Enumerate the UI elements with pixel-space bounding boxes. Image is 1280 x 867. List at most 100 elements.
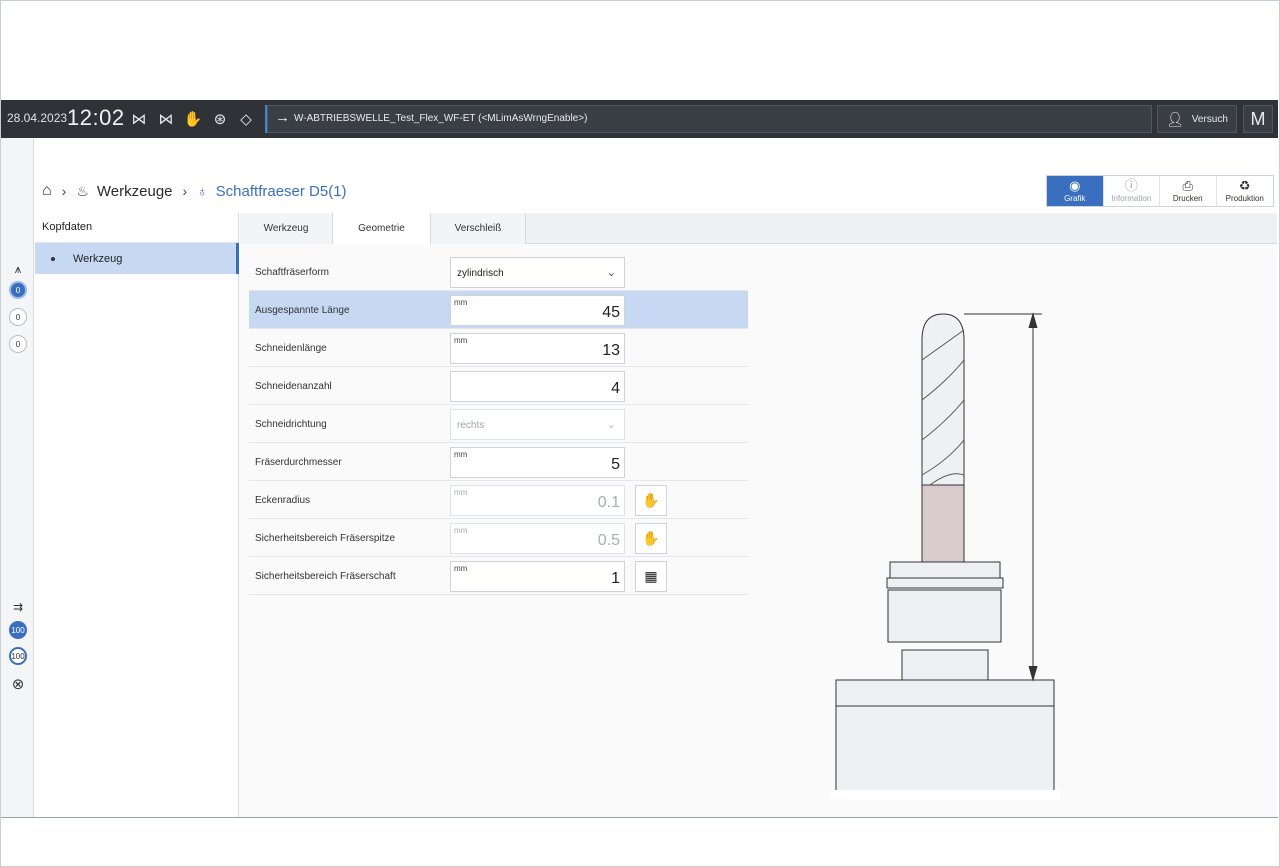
calculator-button[interactable]: ▦ (635, 561, 667, 592)
tool-graphic (830, 312, 1060, 800)
collet-ring (886, 577, 1004, 589)
field-value: 45 (602, 304, 620, 321)
warning-diamond-icon[interactable]: ◇ (236, 109, 256, 129)
date-label: 28.04.2023 (7, 111, 68, 125)
left-rail: ⩚ 0 0 0 ⇉ 100 100 ⊗ (1, 138, 34, 818)
unit-label: mm (454, 526, 468, 535)
print-button[interactable]: ⎙ Drucken (1160, 176, 1217, 206)
kopfdaten-header[interactable]: Kopfdaten (35, 213, 238, 243)
field-label: Schneidenlänge (255, 343, 327, 354)
collet-body (887, 589, 1002, 643)
select-value: zylindrisch (457, 268, 504, 279)
chevron-right-icon: › (61, 183, 67, 199)
manual-entry-button[interactable]: ✋ (635, 485, 667, 516)
select-value: rechts (457, 420, 485, 431)
field-label: Fräserdurchmesser (255, 457, 342, 468)
unit-label: mm (454, 450, 468, 459)
spring-icon[interactable]: ⩚ (9, 262, 27, 276)
time-label: 12:02 (67, 105, 125, 130)
schaftfraeserform-select[interactable]: zylindrisch ⌄ (450, 257, 625, 288)
eckenradius-input: mm 0.1 (450, 485, 625, 516)
field-label: Schneidenanzahl (255, 381, 332, 392)
counter-badge[interactable]: 0 (9, 308, 27, 326)
bullet-icon (51, 256, 55, 261)
machine-status-icon[interactable]: ⋈ (129, 109, 149, 129)
hand-icon: ✋ (642, 530, 660, 546)
home-icon[interactable]: ⌂ (42, 182, 52, 200)
collet-neck (901, 649, 989, 681)
field-label: Sicherheitsbereich Fräserspitze (255, 533, 396, 544)
field-value: 5 (611, 456, 620, 473)
settings-dial-icon[interactable]: ⊛ (210, 109, 230, 129)
view-toolbar: ◉ Grafik ⓘ Information ⎙ Drucken ♻ Produ… (1046, 175, 1274, 207)
chevron-down-icon: ⌄ (606, 419, 616, 431)
override-badge[interactable]: 100 (9, 647, 27, 665)
unit-label: mm (454, 336, 468, 345)
program-field[interactable]: → W-ABTRIEBSWELLE_Test_Flex_WF-ET (<MLim… (267, 105, 1152, 133)
print-label: Drucken (1172, 194, 1203, 203)
arrow-right-icon: → (275, 109, 290, 126)
field-value: 0.5 (597, 532, 620, 549)
hand-icon: ✋ (642, 492, 660, 508)
machine-status-2-icon[interactable]: ⋈ (156, 109, 176, 129)
user-icon: 👤︎ (1166, 110, 1184, 127)
sicherheitsbereich-spitze-input: mm 0.5 (450, 523, 625, 554)
calculator-icon: ▦ (644, 568, 658, 584)
bottom-border (1, 817, 1278, 818)
breadcrumb: ⌂ › ♨ Werkzeuge › ♁ Schaftfraeser D5(1) (42, 178, 347, 204)
manual-entry-button[interactable]: ✋ (635, 523, 667, 554)
recycle-icon: ♻ (1238, 178, 1251, 193)
grafik-label: Grafik (1064, 194, 1086, 203)
counter-badge[interactable]: 0 (9, 281, 27, 299)
menu-button[interactable]: M (1243, 105, 1273, 133)
field-label: Eckenradius (255, 495, 311, 506)
schneidenlaenge-input[interactable]: mm 13 (450, 333, 625, 364)
field-value: 1 (611, 570, 620, 587)
holder-body (835, 705, 1055, 800)
schneidrichtung-select: rechts ⌄ (450, 409, 625, 440)
tab-geometrie[interactable]: Geometrie (333, 213, 431, 245)
eye-icon: ◉ (1069, 178, 1081, 193)
hand-gear-icon[interactable]: ✋ (183, 109, 203, 129)
end-mill-icon: ♁ (197, 183, 208, 199)
chevron-down-icon: ⌄ (606, 267, 616, 279)
plug-icon[interactable]: ⇉ (9, 600, 27, 614)
produktion-button[interactable]: ♻ Produktion (1217, 176, 1274, 206)
field-label: Sicherheitsbereich Fräserschaft (255, 571, 396, 582)
grafik-button[interactable]: ◉ Grafik (1047, 176, 1104, 206)
breadcrumb-werkzeuge[interactable]: Werkzeuge (97, 183, 173, 200)
sicherheitsbereich-schaft-input[interactable]: mm 1 (450, 561, 625, 592)
cutter-shank (921, 484, 965, 563)
info-icon: ⓘ (1124, 178, 1138, 193)
field-label: Ausgespannte Länge (255, 305, 350, 316)
tab-werkzeug[interactable]: Werkzeug (240, 213, 333, 244)
top-bar: 28.04.2023 12:02 ⋈ ⋈ ✋ ⊛ ◇ → W-ABTRIEBSW… (1, 100, 1278, 138)
sidebar-item-label: Werkzeug (73, 252, 123, 265)
override-badge[interactable]: 100 (9, 621, 27, 639)
information-button[interactable]: ⓘ Information (1104, 176, 1160, 206)
tab-verschleiss[interactable]: Verschleiß (431, 213, 526, 244)
chevron-right-icon: › (182, 183, 188, 199)
produktion-label: Produktion (1225, 194, 1264, 203)
fraeserdurchmesser-input[interactable]: mm 5 (450, 447, 625, 478)
cancel-circle-icon[interactable]: ⊗ (9, 675, 27, 693)
user-button[interactable]: 👤︎ Versuch (1157, 105, 1237, 133)
field-label: Schneidrichtung (255, 419, 327, 430)
printer-icon: ⎙ (1182, 178, 1193, 193)
counter-badge[interactable]: 0 (9, 335, 27, 353)
unit-label: mm (454, 298, 468, 307)
holder-flange (835, 679, 1055, 707)
breadcrumb-current: Schaftfraeser D5(1) (215, 182, 347, 200)
unit-label: mm (454, 564, 468, 573)
program-name: W-ABTRIEBSWELLE_Test_Flex_WF-ET (<MLimAs… (294, 113, 588, 124)
drawing-cutoff (830, 790, 1060, 800)
tab-bar: Werkzeug Geometrie Verschleiß (240, 213, 1277, 245)
tools-icon: ♨ (76, 182, 89, 199)
sidebar-item-werkzeug[interactable]: Werkzeug (35, 243, 239, 274)
unit-label: mm (454, 488, 468, 497)
field-value: 4 (611, 380, 620, 397)
schneidenanzahl-input[interactable]: 4 (450, 371, 625, 402)
user-label: Versuch (1191, 113, 1228, 125)
ausgespannte-laenge-input[interactable]: mm 45 (450, 295, 625, 326)
field-value: 0.1 (597, 494, 620, 511)
